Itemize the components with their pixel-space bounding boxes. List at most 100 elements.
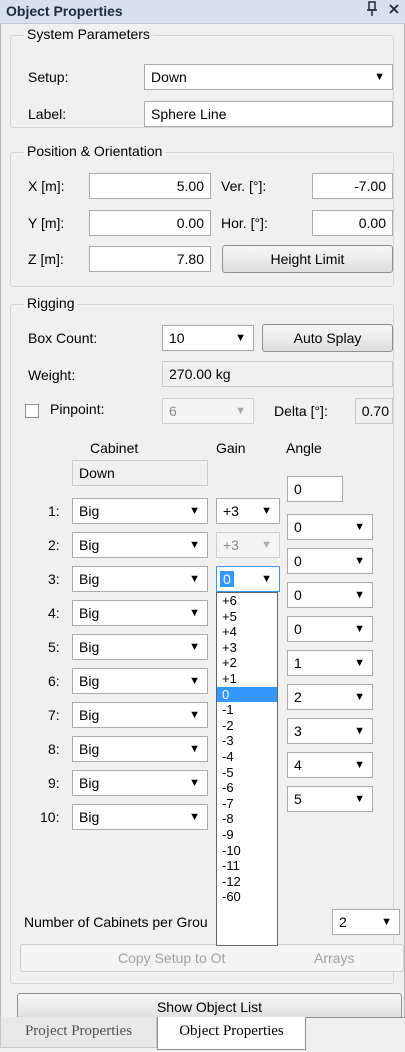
- system-parameters-legend: System Parameters: [24, 26, 153, 42]
- hor-input[interactable]: 0.00: [312, 210, 393, 236]
- row-number: 10:: [40, 809, 60, 825]
- ver-input[interactable]: -7.00: [312, 173, 393, 199]
- chevron-down-icon: ▼: [354, 657, 365, 669]
- chevron-down-icon: ▼: [235, 405, 246, 417]
- chevron-down-icon: ▼: [235, 332, 246, 344]
- box-count-select[interactable]: 10 ▼: [162, 325, 254, 351]
- row-number: 4:: [48, 605, 60, 621]
- chevron-down-icon: ▼: [189, 675, 200, 687]
- cabinet-select[interactable]: Big ▼: [72, 770, 208, 796]
- pinpoint-label: Pinpoint:: [50, 401, 105, 417]
- cabinet-select[interactable]: Big ▼: [72, 736, 208, 762]
- gain-option[interactable]: +6: [217, 593, 277, 609]
- copy-setup-label: Copy Setup to Ot: [118, 950, 226, 966]
- row-number: 9:: [48, 775, 60, 791]
- chevron-down-icon: ▼: [261, 539, 272, 551]
- setup-select[interactable]: Down ▼: [144, 64, 393, 90]
- chevron-down-icon: ▼: [354, 759, 365, 771]
- angle-select[interactable]: 0 ▼: [287, 616, 373, 642]
- angle-select[interactable]: 4 ▼: [287, 752, 373, 778]
- label-input[interactable]: Sphere Line: [144, 101, 393, 127]
- gain-option[interactable]: -10: [217, 843, 277, 859]
- panel-title: Object Properties: [6, 3, 123, 19]
- chevron-down-icon: ▼: [261, 573, 272, 585]
- close-icon[interactable]: [386, 1, 402, 21]
- angle-select[interactable]: 0 ▼: [287, 548, 373, 574]
- height-limit-button[interactable]: Height Limit: [222, 245, 393, 273]
- pinpoint-checkbox[interactable]: [25, 404, 39, 418]
- gain-select[interactable]: +3 ▼: [216, 532, 280, 558]
- label-label: Label:: [28, 106, 67, 122]
- pin-icon[interactable]: [364, 1, 380, 21]
- box-count-label: Box Count:: [28, 330, 98, 346]
- auto-splay-button[interactable]: Auto Splay: [262, 324, 393, 352]
- chevron-down-icon: ▼: [374, 71, 385, 83]
- angle-select[interactable]: 3 ▼: [287, 718, 373, 744]
- chevron-down-icon: ▼: [354, 521, 365, 533]
- cabinet-select[interactable]: Big ▼: [72, 532, 208, 558]
- tab-object-properties[interactable]: Object Properties: [157, 1017, 306, 1050]
- angle-select[interactable]: 2 ▼: [287, 684, 373, 710]
- delta-value: 0.70: [355, 398, 393, 424]
- row-number: 7:: [48, 707, 60, 723]
- tab-project-properties[interactable]: Project Properties: [0, 1017, 157, 1048]
- copy-setup-label-tail: Arrays: [314, 950, 355, 966]
- gain-option[interactable]: -6: [217, 780, 277, 796]
- gain-select[interactable]: +3 ▼: [216, 498, 280, 524]
- chevron-down-icon: ▼: [354, 623, 365, 635]
- chevron-down-icon: ▼: [189, 607, 200, 619]
- gain-option[interactable]: -5: [217, 765, 277, 781]
- cabinet-select[interactable]: Big ▼: [72, 600, 208, 626]
- top-angle-input[interactable]: 0: [287, 476, 343, 502]
- chevron-down-icon: ▼: [189, 709, 200, 721]
- gain-option[interactable]: -1: [217, 702, 277, 718]
- gain-option[interactable]: +3: [217, 640, 277, 656]
- chevron-down-icon: ▼: [189, 539, 200, 551]
- cabinet-select[interactable]: Big ▼: [72, 566, 208, 592]
- row-number: 6:: [48, 673, 60, 689]
- chevron-down-icon: ▼: [354, 589, 365, 601]
- row-number: 2:: [48, 537, 60, 553]
- gain-select[interactable]: 0 ▼: [216, 566, 280, 592]
- x-input[interactable]: 5.00: [89, 173, 211, 199]
- cabinet-select[interactable]: Big ▼: [72, 634, 208, 660]
- y-input[interactable]: 0.00: [89, 210, 211, 236]
- gain-option[interactable]: -60: [217, 889, 277, 905]
- cabinet-select[interactable]: Big ▼: [72, 702, 208, 728]
- angle-select[interactable]: 0 ▼: [287, 582, 373, 608]
- z-input[interactable]: 7.80: [89, 246, 211, 272]
- gain-option[interactable]: -2: [217, 718, 277, 734]
- chevron-down-icon: ▼: [189, 641, 200, 653]
- gain-option[interactable]: 0: [217, 686, 277, 703]
- hor-label: Hor. [°]:: [221, 215, 268, 231]
- chevron-down-icon: ▼: [261, 505, 272, 517]
- chevron-down-icon: ▼: [189, 573, 200, 585]
- cabinet-select[interactable]: Big ▼: [72, 668, 208, 694]
- gain-option[interactable]: -7: [217, 796, 277, 812]
- z-label: Z [m]:: [28, 251, 64, 267]
- cabinets-per-group-select[interactable]: 2 ▼: [332, 909, 400, 935]
- gain-option[interactable]: +5: [217, 609, 277, 625]
- chevron-down-icon: ▼: [189, 811, 200, 823]
- cabinet-select[interactable]: Big ▼: [72, 804, 208, 830]
- gain-option[interactable]: -3: [217, 733, 277, 749]
- gain-option[interactable]: +1: [217, 671, 277, 687]
- cabinet-select[interactable]: Big ▼: [72, 498, 208, 524]
- angle-select[interactable]: 5 ▼: [287, 786, 373, 812]
- gain-option[interactable]: -8: [217, 811, 277, 827]
- pinpoint-select[interactable]: 6 ▼: [162, 398, 254, 424]
- gain-option[interactable]: +2: [217, 655, 277, 671]
- angle-select[interactable]: 1 ▼: [287, 650, 373, 676]
- chevron-down-icon: ▼: [354, 793, 365, 805]
- gain-option[interactable]: -11: [217, 858, 277, 874]
- rigging-legend: Rigging: [24, 295, 78, 311]
- gain-option[interactable]: -9: [217, 827, 277, 843]
- setup-label: Setup:: [28, 69, 69, 85]
- gain-option[interactable]: +4: [217, 624, 277, 640]
- chevron-down-icon: ▼: [189, 777, 200, 789]
- gain-column-header: Gain: [216, 440, 246, 456]
- gain-option[interactable]: -4: [217, 749, 277, 765]
- gain-dropdown-list[interactable]: +6 +5 +4 +3 +2 +1 0 -1 -2 -3 -4 -5 -6 -7 -8 -9 -10 -11 -12…: [216, 592, 278, 946]
- gain-option[interactable]: -12: [217, 874, 277, 890]
- angle-select[interactable]: 0 ▼: [287, 514, 373, 540]
